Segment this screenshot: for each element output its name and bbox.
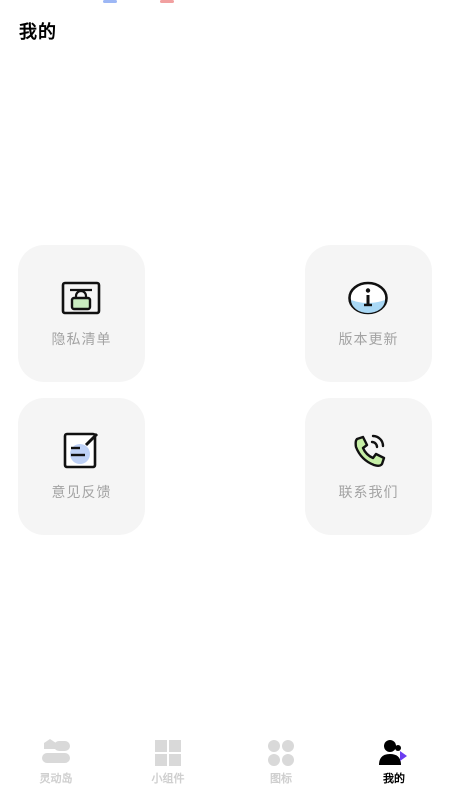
card-label: 意见反馈	[51, 485, 112, 501]
contact-us-card[interactable]: 联系我们	[305, 398, 432, 535]
profile-users-icon	[379, 740, 407, 765]
tab-label: 图标	[270, 772, 292, 785]
tab-dynamic-island[interactable]: 灵动岛	[0, 730, 112, 800]
tab-label: 小组件	[151, 772, 185, 785]
tab-mine[interactable]: 我的	[338, 730, 450, 800]
tab-widgets[interactable]: 小组件	[112, 730, 224, 800]
feedback-card[interactable]: 意见反馈	[18, 398, 145, 535]
widgets-grid-icon	[155, 740, 181, 766]
tab-icons[interactable]: 图标	[225, 730, 337, 800]
status-bar	[0, 0, 450, 6]
phone-call-icon	[354, 434, 386, 467]
page-title: 我的	[19, 22, 57, 43]
tab-label: 灵动岛	[39, 772, 73, 785]
bottom-tab-bar: 灵动岛 小组件 图标 我的	[0, 730, 450, 800]
card-label: 版本更新	[338, 332, 399, 348]
info-icon	[348, 281, 388, 315]
card-label: 联系我们	[338, 485, 399, 501]
privacy-list-icon	[61, 281, 101, 315]
dynamic-island-icon	[42, 739, 70, 763]
version-update-card[interactable]: 版本更新	[305, 245, 432, 382]
feedback-edit-icon	[63, 432, 99, 469]
tab-label: 我的	[383, 772, 405, 785]
privacy-list-card[interactable]: 隐私清单	[18, 245, 145, 382]
card-label: 隐私清单	[51, 332, 112, 348]
icons-dots-icon	[268, 740, 294, 766]
